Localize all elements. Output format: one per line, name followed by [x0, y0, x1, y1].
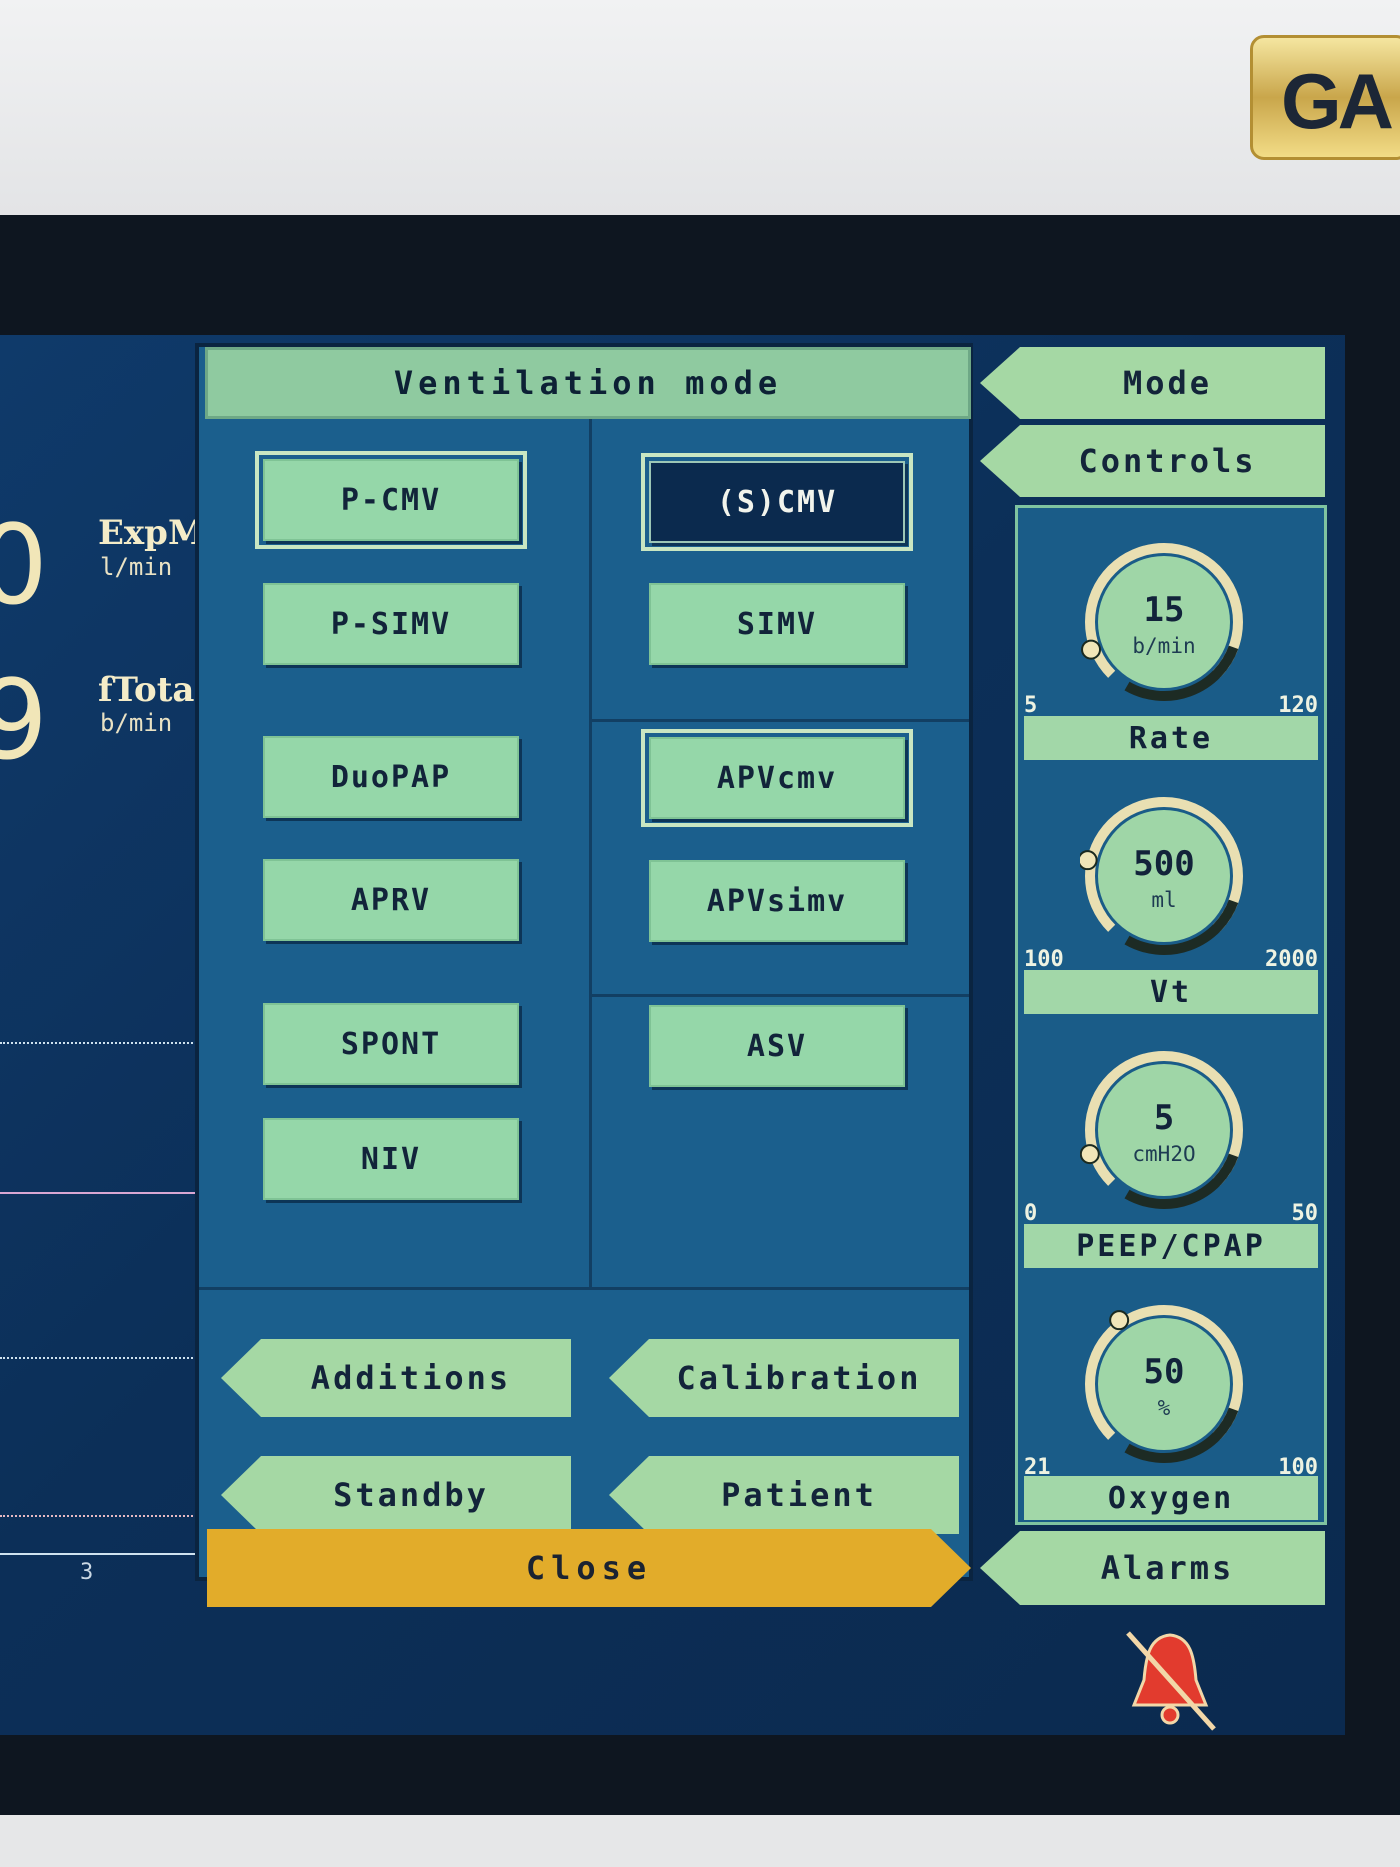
additions-button[interactable]: Additions: [221, 1339, 571, 1417]
ftotal-value: 9: [0, 656, 48, 784]
ventilation-mode-dialog: Ventilation mode P-CMV P-SIMV DuoPAP APR…: [195, 343, 973, 1581]
rate-knob[interactable]: 15 b/min: [1080, 538, 1248, 706]
column-divider: [589, 419, 592, 1287]
time-axis: [0, 1553, 200, 1555]
vt-unit: ml: [1151, 888, 1177, 912]
time-axis-tick-label: 3: [80, 1560, 94, 1585]
peep-label: PEEP/CPAP: [1024, 1224, 1318, 1268]
volume-baseline: [0, 1357, 200, 1359]
mode-asv-button[interactable]: ASV: [649, 1005, 905, 1087]
pressure-baseline: [0, 1042, 200, 1044]
rate-value: 15: [1143, 590, 1185, 630]
brand-logo: GA: [1250, 35, 1400, 160]
group-divider-2: [589, 994, 969, 997]
peep-unit: cmH2O: [1132, 1142, 1196, 1166]
patient-button[interactable]: Patient: [609, 1456, 959, 1534]
nav-divider: [199, 1287, 969, 1290]
oxygen-label: Oxygen: [1024, 1476, 1318, 1520]
mode-apvcmv-button[interactable]: APVcmv: [641, 729, 913, 827]
bell-muted-icon[interactable]: [1120, 1625, 1220, 1735]
standby-button[interactable]: Standby: [221, 1456, 571, 1534]
mode-p-simv-button[interactable]: P-SIMV: [263, 583, 519, 665]
mode-duopap-button[interactable]: DuoPAP: [263, 736, 519, 818]
trace-baseline: [0, 1515, 200, 1517]
peep-value: 5: [1153, 1098, 1175, 1138]
rate-unit: b/min: [1132, 634, 1196, 658]
rate-max: 120: [1278, 693, 1318, 718]
device-bezel-bottom: [0, 1815, 1400, 1867]
oxygen-value: 50: [1143, 1352, 1185, 1392]
flow-baseline: [0, 1192, 200, 1194]
ftotal-unit: b/min: [100, 709, 173, 737]
expmin-value: 0: [0, 501, 48, 629]
mode-spont-button[interactable]: SPONT: [263, 1003, 519, 1085]
vt-min: 100: [1024, 947, 1064, 972]
oxygen-knob[interactable]: 50 %: [1080, 1300, 1248, 1468]
vt-max: 2000: [1265, 947, 1318, 972]
group-divider-1: [589, 719, 969, 722]
vt-value: 500: [1133, 844, 1195, 884]
ventilator-screen: 0 ExpMi l/min 9 fTota b/min 3 Ventilatio…: [0, 335, 1345, 1735]
peep-min: 0: [1024, 1201, 1038, 1226]
controls-panel: 15 b/min 5 120 Rate 500 ml 100 2000 Vt 5…: [1015, 505, 1327, 1525]
close-button[interactable]: Close: [207, 1529, 971, 1607]
dial-marker[interactable]: [1109, 1310, 1130, 1331]
calibration-button[interactable]: Calibration: [609, 1339, 959, 1417]
rate-min: 5: [1024, 693, 1038, 718]
mode-p-cmv-button[interactable]: P-CMV: [255, 451, 527, 549]
dialog-title: Ventilation mode: [205, 347, 971, 419]
ftotal-label: fTota: [98, 670, 195, 710]
peep-max: 50: [1291, 1201, 1319, 1226]
alarms-tab[interactable]: Alarms: [980, 1531, 1325, 1605]
expmin-unit: l/min: [100, 553, 173, 581]
vt-knob[interactable]: 500 ml: [1077, 792, 1248, 960]
mode-apvsimv-button[interactable]: APVsimv: [649, 860, 905, 942]
mode-niv-button[interactable]: NIV: [263, 1118, 519, 1200]
controls-tab[interactable]: Controls: [980, 425, 1325, 497]
device-bezel-top: GA: [0, 0, 1400, 215]
mode-tab[interactable]: Mode: [980, 347, 1325, 419]
mode-simv-button[interactable]: SIMV: [649, 583, 905, 665]
mode-aprv-button[interactable]: APRV: [263, 859, 519, 941]
peep-knob[interactable]: 5 cmH2O: [1079, 1046, 1248, 1214]
vt-label: Vt: [1024, 970, 1318, 1014]
oxygen-unit: %: [1157, 1396, 1171, 1420]
rate-label: Rate: [1024, 716, 1318, 760]
mode-scmv-button[interactable]: (S)CMV: [641, 453, 913, 551]
